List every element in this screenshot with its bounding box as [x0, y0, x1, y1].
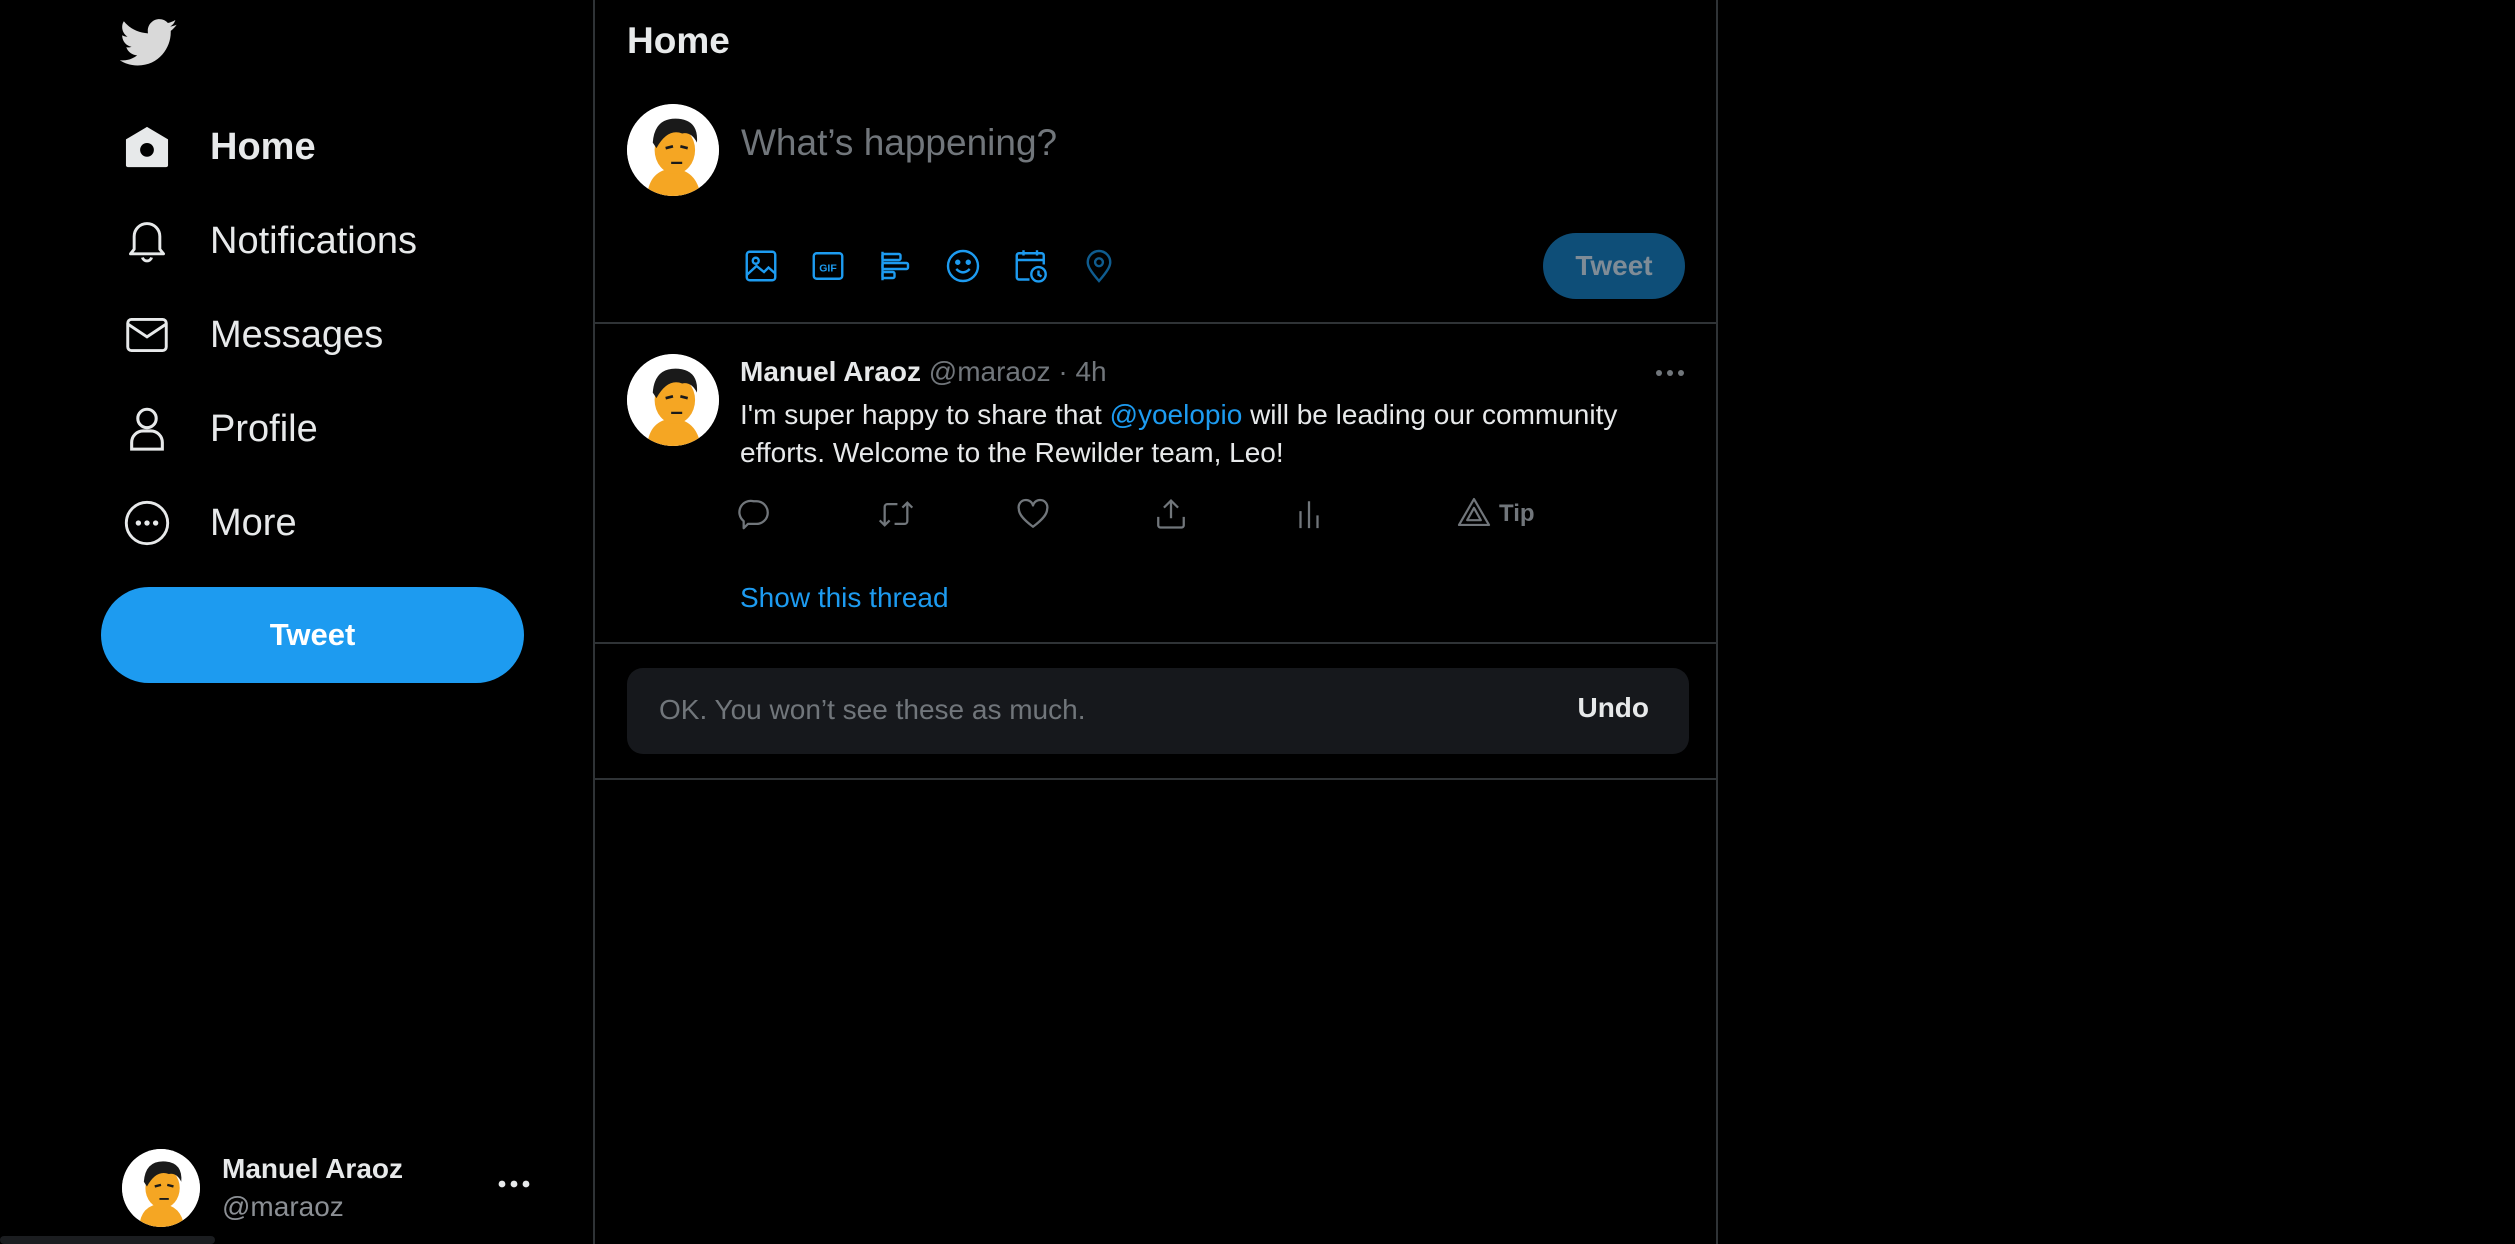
- share-icon[interactable]: [1154, 494, 1188, 534]
- poll-icon[interactable]: [876, 246, 916, 286]
- tweet-meta[interactable]: @maraoz · 4h: [929, 356, 1107, 387]
- feedback-message: OK. You won’t see these as much.: [659, 694, 1086, 725]
- compose-tweet-button[interactable]: Tweet: [1543, 233, 1685, 299]
- svg-text:GIF: GIF: [819, 262, 837, 274]
- ellipsis-icon[interactable]: [496, 1176, 532, 1192]
- location-icon[interactable]: [1079, 246, 1119, 286]
- tweet-composer: GIF: [595, 90, 1716, 324]
- compose-input[interactable]: [741, 122, 1541, 164]
- nav-profile-label: Profile: [210, 407, 318, 450]
- like-icon[interactable]: [1016, 494, 1050, 534]
- nav-more[interactable]: More: [118, 488, 297, 558]
- show-thread-link[interactable]: Show this thread: [740, 582, 949, 614]
- gif-icon[interactable]: GIF: [808, 246, 848, 286]
- more-circle-icon: [118, 494, 176, 552]
- tip-icon: [1457, 497, 1491, 532]
- tip-button[interactable]: Tip: [1457, 494, 1535, 534]
- schedule-icon[interactable]: [1011, 246, 1051, 286]
- account-name: Manuel Araoz: [222, 1153, 403, 1184]
- tip-label: Tip: [1499, 500, 1535, 527]
- retweet-icon[interactable]: [877, 494, 915, 534]
- mention-link[interactable]: @yoelopio: [1110, 399, 1243, 430]
- nav-profile[interactable]: Profile: [118, 394, 318, 464]
- horizontal-scrollbar[interactable]: [0, 1236, 215, 1244]
- analytics-icon[interactable]: [1294, 494, 1324, 534]
- avatar[interactable]: [627, 104, 719, 196]
- tweet[interactable]: Manuel Araoz @maraoz · 4h I'm super happ…: [595, 326, 1716, 644]
- nav-home-label: Home: [210, 125, 316, 168]
- tweet-text-start: I'm super happy to share that: [740, 399, 1110, 430]
- person-icon: [118, 400, 176, 458]
- bell-icon: [118, 212, 176, 270]
- page-title: Home: [627, 20, 730, 61]
- ellipsis-icon[interactable]: [1654, 366, 1686, 378]
- twitter-logo-icon[interactable]: [119, 18, 178, 68]
- main-timeline: Home GIF: [593, 0, 1718, 1244]
- feedback-notice: OK. You won’t see these as much. Undo: [595, 646, 1716, 780]
- left-sidebar: Home Notifications Messages Profile More…: [0, 0, 592, 1244]
- nav-notifications-label: Notifications: [210, 219, 417, 262]
- avatar: [122, 1149, 200, 1227]
- nav-notifications[interactable]: Notifications: [118, 206, 417, 276]
- sidebar-tweet-button[interactable]: Tweet: [101, 587, 524, 683]
- nav-messages-label: Messages: [210, 313, 384, 356]
- tweet-header: Manuel Araoz @maraoz · 4h: [740, 356, 1107, 388]
- tweet-text: I'm super happy to share that @yoelopio …: [740, 396, 1670, 472]
- undo-button[interactable]: Undo: [1577, 692, 1649, 724]
- nav-home[interactable]: Home: [118, 112, 316, 182]
- emoji-icon[interactable]: [943, 246, 983, 286]
- image-icon[interactable]: [741, 246, 781, 286]
- feedback-box: OK. You won’t see these as much. Undo: [627, 668, 1689, 754]
- account-handle: @maraoz: [222, 1191, 344, 1222]
- nav-more-label: More: [210, 501, 297, 544]
- nav-messages[interactable]: Messages: [118, 300, 383, 370]
- envelope-icon: [118, 306, 176, 364]
- avatar[interactable]: [627, 354, 719, 446]
- account-switcher[interactable]: Manuel Araoz @maraoz: [122, 1148, 562, 1228]
- tweet-author-name[interactable]: Manuel Araoz: [740, 356, 921, 387]
- reply-icon[interactable]: [738, 494, 772, 534]
- home-icon: [118, 118, 176, 176]
